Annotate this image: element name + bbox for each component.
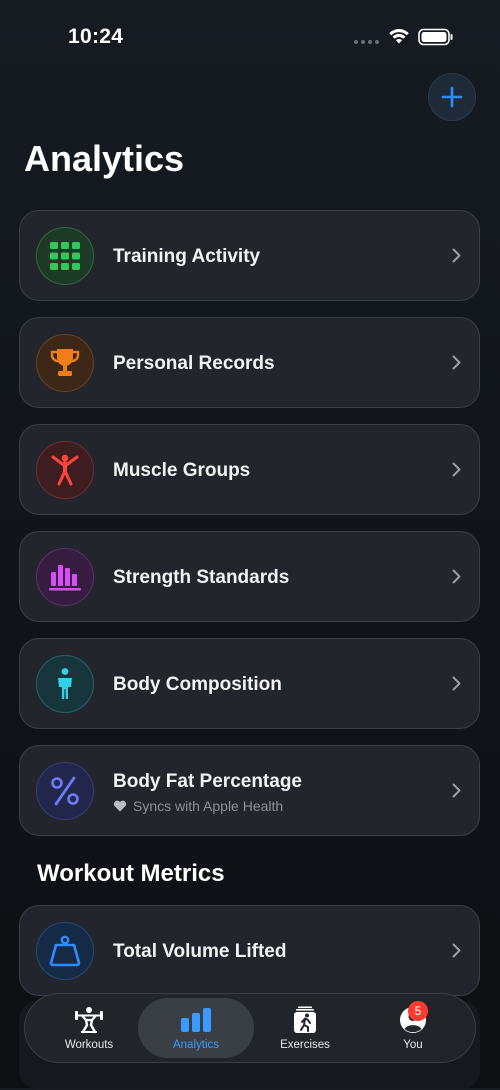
trophy-icon: [36, 334, 94, 392]
muscle-groups-card[interactable]: Muscle Groups: [19, 424, 480, 515]
personal-records-card[interactable]: Personal Records: [19, 317, 480, 408]
card-label: Body Composition: [113, 674, 282, 695]
tab-analytics[interactable]: Analytics: [138, 998, 254, 1058]
card-label: Total Volume Lifted: [113, 941, 287, 962]
grid-icon: [36, 227, 94, 285]
person-standing-icon: [36, 655, 94, 713]
analytics-bars-icon: [181, 1008, 211, 1032]
heart-icon: [113, 800, 127, 812]
chevron-right-icon: [452, 569, 461, 584]
tab-exercises[interactable]: Exercises: [249, 998, 361, 1058]
runner-card-icon: [294, 1006, 316, 1033]
status-bar: 10:24: [0, 0, 500, 70]
tab-label: Analytics: [172, 1039, 220, 1051]
total-volume-lifted-card[interactable]: Total Volume Lifted: [19, 905, 480, 996]
body-composition-card[interactable]: Body Composition: [19, 638, 480, 729]
card-label: Strength Standards: [113, 567, 290, 588]
weightlifter-icon: [75, 1007, 103, 1034]
tab-workouts[interactable]: Workouts: [33, 998, 145, 1058]
chevron-right-icon: [452, 943, 461, 958]
tab-label: You: [403, 1039, 423, 1051]
notification-badge: 5: [408, 1001, 428, 1021]
chevron-right-icon: [452, 462, 461, 477]
chevron-right-icon: [452, 783, 461, 798]
page-title: Analytics: [24, 138, 185, 179]
wifi-icon: [389, 29, 409, 44]
section-title: Workout Metrics: [37, 860, 225, 887]
tab-label: Workouts: [64, 1039, 114, 1051]
person-arms-up-icon: [36, 441, 94, 499]
card-label: Training Activity: [113, 246, 261, 267]
chevron-right-icon: [452, 248, 461, 263]
card-subtitle: Syncs with Apple Health: [113, 798, 283, 814]
card-label: Body Fat Percentage: [113, 771, 302, 792]
add-button[interactable]: [428, 73, 476, 121]
card-label: Muscle Groups: [113, 460, 251, 481]
card-label: Personal Records: [113, 353, 275, 374]
cellular-signal-icon: [354, 40, 379, 44]
tab-label: Exercises: [280, 1039, 330, 1051]
bar-chart-icon: [36, 548, 94, 606]
subtitle-text: Syncs with Apple Health: [133, 798, 284, 814]
body-fat-percentage-card[interactable]: Body Fat Percentage Syncs with Apple Hea…: [19, 745, 480, 836]
percent-icon: [36, 762, 94, 820]
strength-standards-card[interactable]: Strength Standards: [19, 531, 480, 622]
chevron-right-icon: [452, 355, 461, 370]
weight-icon: [36, 922, 94, 980]
chevron-right-icon: [452, 676, 461, 691]
training-activity-card[interactable]: Training Activity: [19, 210, 480, 301]
plus-icon: [441, 86, 463, 108]
status-time: 10:24: [68, 25, 124, 48]
tab-bar: Workouts Analytics Exercises You: [24, 993, 476, 1063]
battery-icon: [418, 28, 453, 46]
